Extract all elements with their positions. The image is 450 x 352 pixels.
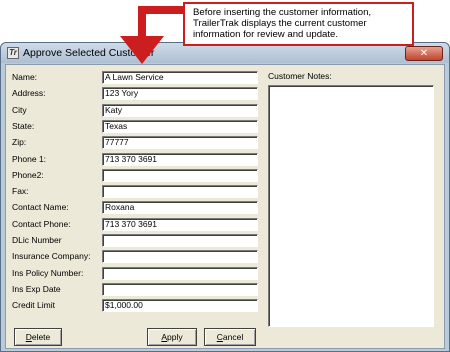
customer-notes-textarea[interactable] <box>268 85 434 327</box>
field-input[interactable]: A Lawn Service <box>102 71 258 84</box>
apply-button[interactable]: Apply <box>147 328 197 346</box>
close-button[interactable]: ✕ <box>405 46 443 61</box>
field-label: DLic Number <box>12 235 62 245</box>
field-input[interactable]: 123 Yory <box>102 87 258 100</box>
field-input[interactable]: 77777 <box>102 136 258 149</box>
callout-line-2: TrailerTrak displays the current custome… <box>193 18 367 29</box>
delete-label: elete <box>31 332 51 342</box>
delete-button[interactable]: Delete <box>14 328 62 346</box>
callout-arrow-head <box>120 36 164 64</box>
field-input[interactable] <box>102 283 258 296</box>
field-label: Ins Policy Number: <box>12 268 84 278</box>
annotation-callout: Before inserting the customer informatio… <box>183 2 414 46</box>
field-input[interactable] <box>102 250 258 263</box>
customer-notes-label: Customer Notes: <box>268 71 332 81</box>
field-input[interactable]: Roxana <box>102 201 258 214</box>
field-label: State: <box>12 121 35 131</box>
field-input[interactable]: 713 370 3691 <box>102 153 258 166</box>
field-input[interactable] <box>102 267 258 280</box>
field-input[interactable]: 713 370 3691 <box>102 218 258 231</box>
dialog-body: Name: A Lawn Service Address: 123 Yory City K… <box>5 64 445 349</box>
field-input[interactable]: Katy <box>102 104 258 117</box>
callout-line-1: Before inserting the customer informatio… <box>193 7 372 18</box>
field-input[interactable] <box>102 185 258 198</box>
field-input[interactable] <box>102 169 258 182</box>
app-icon: Tr <box>7 47 19 59</box>
approve-customer-window: Tr Approve Selected Customer ✕ Name: A La… <box>0 42 450 352</box>
field-label: Fax: <box>12 186 29 196</box>
field-label: Name: <box>12 72 38 82</box>
field-label: Credit Limit <box>12 300 55 310</box>
field-input[interactable]: $1,000.00 <box>102 299 258 312</box>
field-input[interactable]: Texas <box>102 120 258 133</box>
field-label: Address: <box>12 88 46 98</box>
title-bar[interactable]: Tr Approve Selected Customer ✕ <box>1 43 449 63</box>
field-label: City <box>12 105 27 115</box>
cancel-label: ancel <box>222 332 244 342</box>
apply-label: pply <box>167 332 183 342</box>
field-label: Phone2: <box>12 170 44 180</box>
callout-line-3: information for review and update. <box>193 29 339 40</box>
field-label: Zip: <box>12 137 27 147</box>
cancel-button[interactable]: Cancel <box>204 328 256 346</box>
field-label: Insurance Company: <box>12 251 91 261</box>
field-label: Ins Exp Date <box>12 284 61 294</box>
field-label: Contact Name: <box>12 202 69 212</box>
callout-arrow-stem <box>138 6 146 36</box>
field-label: Contact Phone: <box>12 219 71 229</box>
field-input[interactable] <box>102 234 258 247</box>
field-label: Phone 1: <box>12 154 47 164</box>
